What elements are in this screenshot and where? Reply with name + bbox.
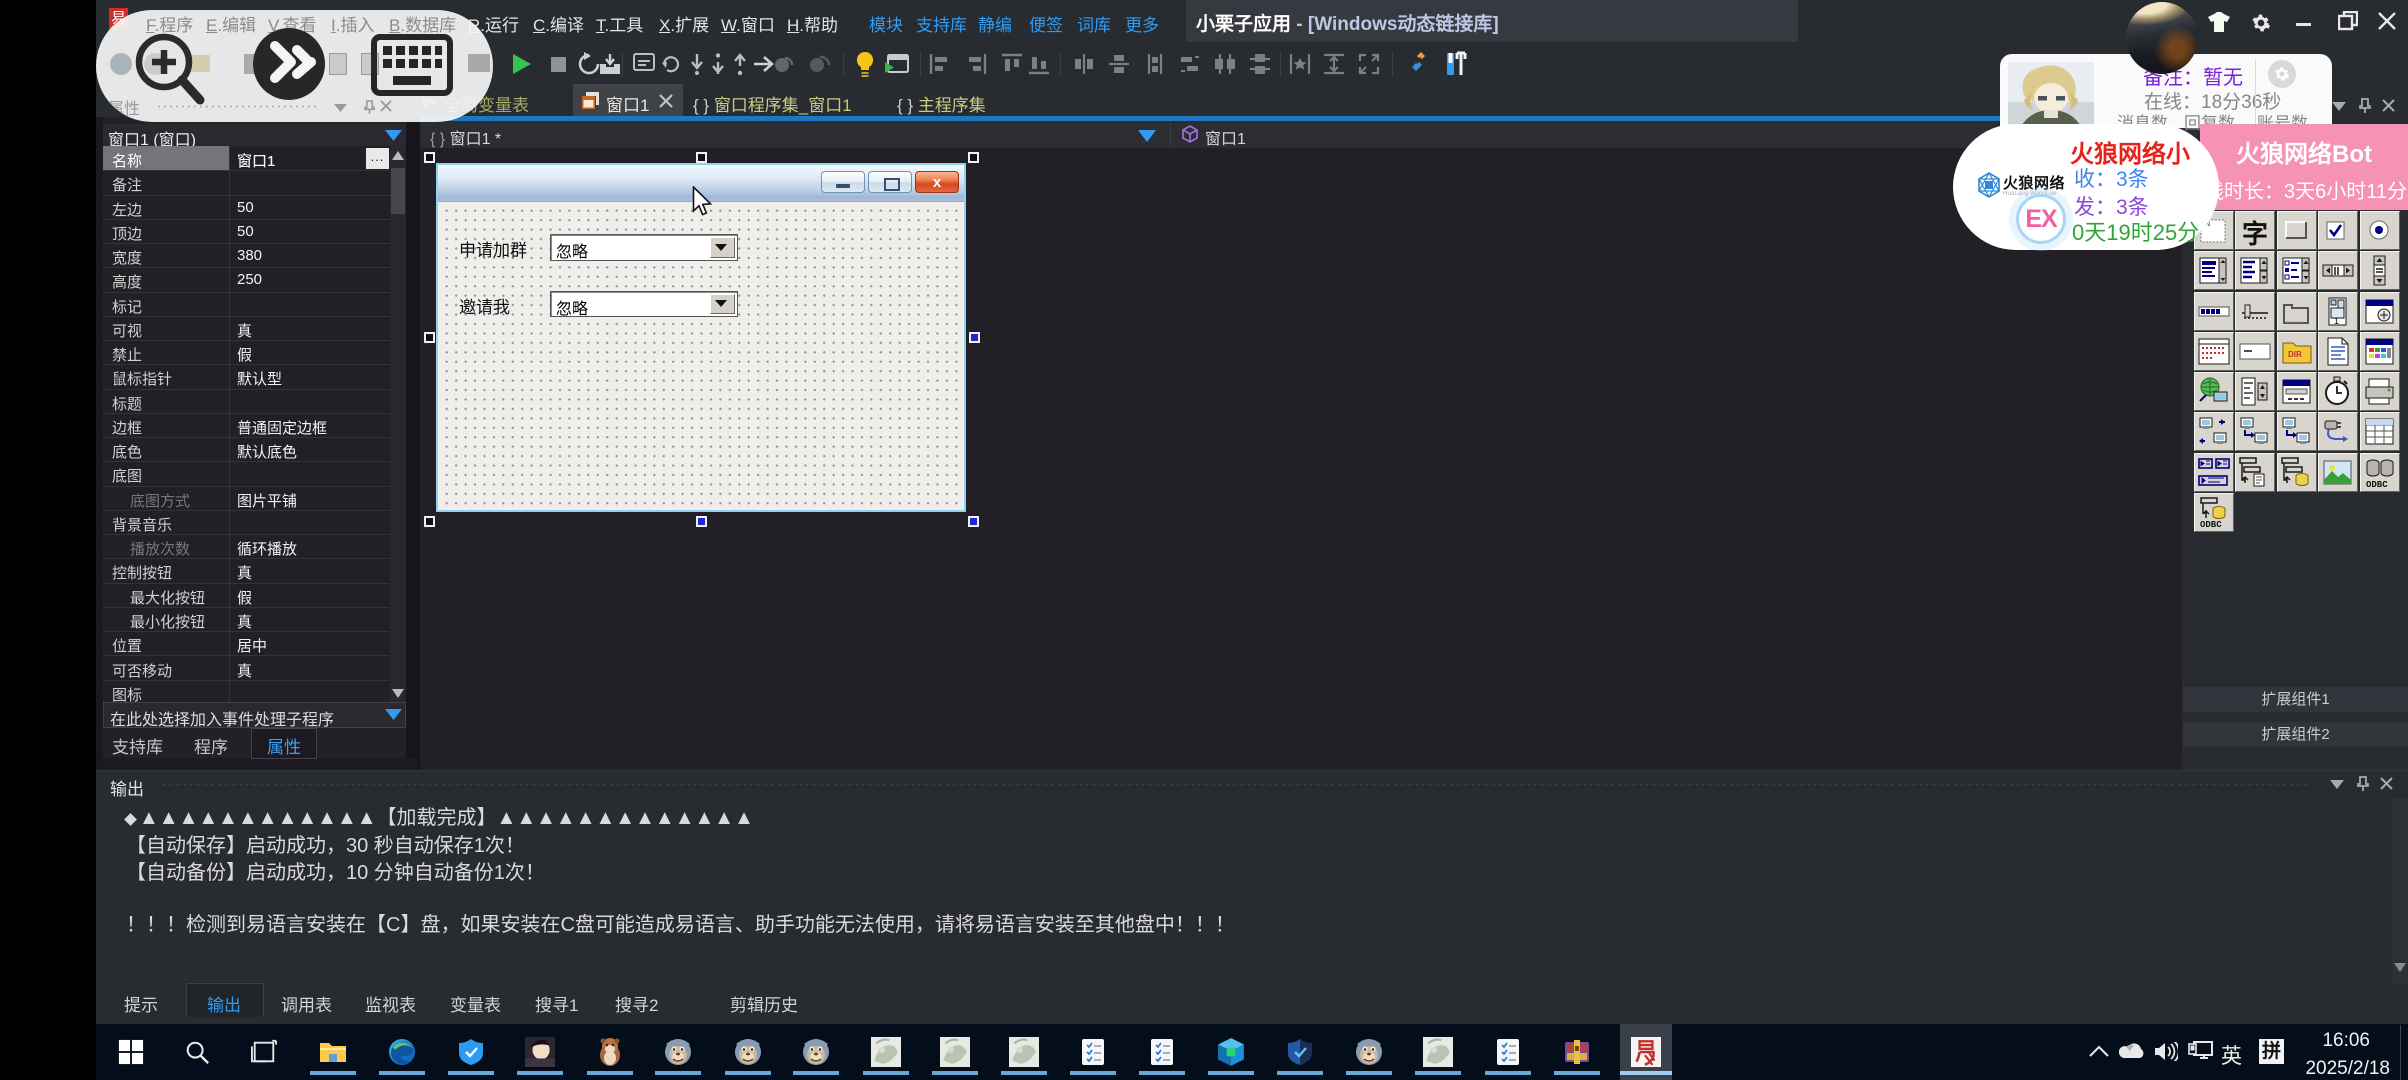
- svg-text:1: 1: [2334, 316, 2339, 326]
- svg-text:ODBC: ODBC: [2200, 520, 2222, 529]
- svg-text:DIR: DIR: [2288, 350, 2302, 359]
- svg-text:ODBC: ODBC: [2366, 480, 2388, 489]
